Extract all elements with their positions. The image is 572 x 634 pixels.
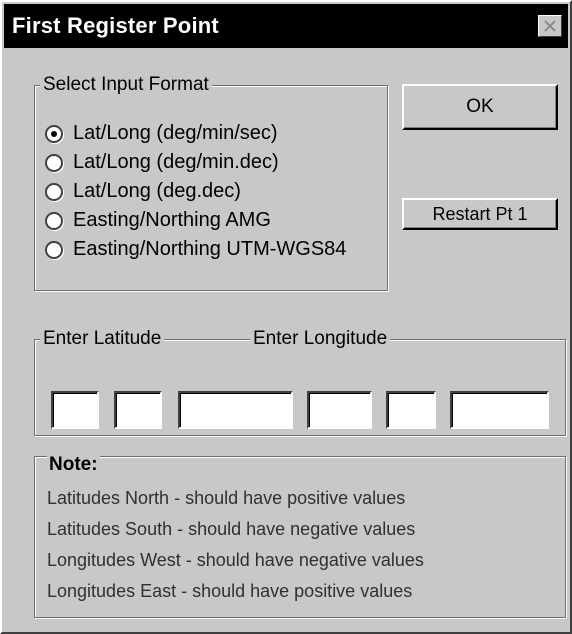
longitude-label: Enter Longitude bbox=[250, 328, 391, 350]
longitude-degrees-field[interactable] bbox=[307, 391, 372, 429]
note-line: Longitudes East - should have positive v… bbox=[47, 581, 413, 601]
note-line: Latitudes North - should have positive v… bbox=[47, 488, 406, 508]
note-line: Longitudes West - should have negative v… bbox=[47, 550, 424, 570]
note-title: Note: bbox=[47, 454, 100, 476]
restart-pt1-button[interactable]: Restart Pt 1 bbox=[402, 198, 558, 230]
radio-button[interactable] bbox=[45, 183, 63, 201]
coordinates-group: Enter Latitude Enter Longitude bbox=[34, 328, 566, 436]
radio-button[interactable] bbox=[45, 125, 63, 143]
note-line: Latitudes South - should have negative v… bbox=[47, 519, 416, 539]
radio-label: Easting/Northing AMG bbox=[73, 209, 271, 231]
close-icon bbox=[544, 20, 556, 32]
radio-label: Lat/Long (deg.dec) bbox=[73, 180, 241, 202]
first-register-point-dialog: First Register Point Select Input Format… bbox=[0, 0, 572, 634]
ok-button[interactable]: OK bbox=[402, 84, 558, 130]
latitude-minutes-field[interactable] bbox=[114, 391, 162, 429]
longitude-seconds-field[interactable] bbox=[450, 391, 549, 429]
radio-selected-dot bbox=[51, 131, 57, 137]
radio-button[interactable] bbox=[45, 241, 63, 259]
radio-label: Lat/Long (deg/min/sec) bbox=[73, 122, 278, 144]
input-format-group: Select Input Format Lat/Long (deg/min/se… bbox=[34, 74, 388, 291]
note-group: Note: Latitudes North - should have posi… bbox=[34, 454, 566, 618]
longitude-minutes-field[interactable] bbox=[386, 391, 436, 429]
title-bar[interactable]: First Register Point bbox=[4, 4, 568, 48]
latitude-label: Enter Latitude bbox=[40, 328, 165, 350]
latitude-degrees-field[interactable] bbox=[51, 391, 99, 429]
close-button[interactable] bbox=[538, 15, 562, 37]
latitude-seconds-field[interactable] bbox=[178, 391, 293, 429]
radio-label: Lat/Long (deg/min.dec) bbox=[73, 151, 279, 173]
window-title: First Register Point bbox=[12, 13, 219, 38]
input-format-legend: Select Input Format bbox=[40, 74, 212, 96]
radio-button[interactable] bbox=[45, 212, 63, 230]
radio-label: Easting/Northing UTM-WGS84 bbox=[73, 238, 347, 260]
radio-button[interactable] bbox=[45, 154, 63, 172]
